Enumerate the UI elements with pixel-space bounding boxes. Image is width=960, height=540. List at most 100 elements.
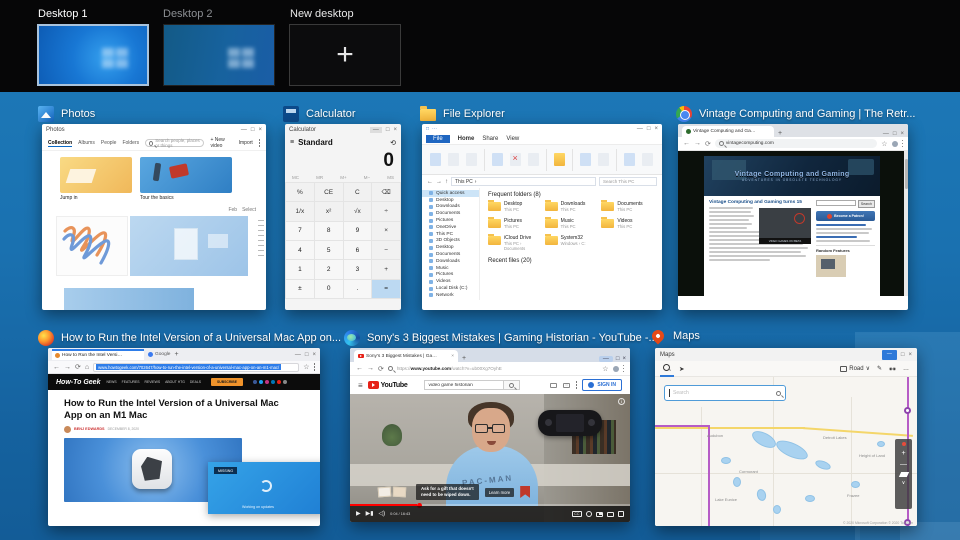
article-title[interactable]: Vintage Computing and Gaming turns 15 <box>709 200 811 205</box>
tab-close-icon[interactable]: × <box>451 354 454 359</box>
sidebar-item-quick-access[interactable]: Quick access <box>422 190 479 197</box>
search-input[interactable]: video game historian <box>425 383 503 388</box>
minimize-icon[interactable]: — <box>241 127 247 133</box>
key-negate[interactable]: ± <box>286 280 314 298</box>
photos-window-title[interactable]: Photos <box>38 106 95 122</box>
forward-icon[interactable]: → <box>64 364 71 371</box>
browser-tab[interactable]: Vintage Computing and Ga… <box>682 126 774 137</box>
key-7[interactable]: 7 <box>286 222 314 240</box>
photo-thumbnail-scribble[interactable] <box>56 216 128 276</box>
article-image[interactable]: VIDEO GAMES ON BETA <box>759 208 811 244</box>
close-icon[interactable]: × <box>393 127 397 133</box>
close-icon[interactable]: × <box>622 356 626 362</box>
sidebar-item-downloads2[interactable]: Downloads <box>422 258 479 265</box>
nav-link[interactable]: NEWS <box>106 380 116 384</box>
browser-tab-active[interactable]: How to Run the Intel Versi… <box>52 349 144 360</box>
home-icon[interactable]: ⌂ <box>85 364 89 371</box>
maximize-icon[interactable]: □ <box>251 127 255 133</box>
photos-timeline-scrubber[interactable] <box>258 220 264 256</box>
menu-icon[interactable]: ≡ <box>358 381 363 390</box>
vcg-page[interactable]: Vintage Computing and Gaming ADVENTURES … <box>678 151 908 296</box>
sidebar-item-local-disk[interactable]: Local Disk (C:) <box>422 285 479 292</box>
new-desktop-button[interactable]: + <box>289 24 401 86</box>
sidebar-item-network[interactable]: Network <box>422 292 479 299</box>
howtogeek-logo[interactable]: How-To Geek <box>56 379 100 386</box>
new-desktop-label[interactable]: New desktop <box>290 8 354 20</box>
key-9[interactable]: 9 <box>344 222 372 240</box>
menu-dots-icon[interactable] <box>314 366 316 368</box>
folder-desktop[interactable]: DesktopThis PC <box>488 201 541 212</box>
ink-pen-icon[interactable]: ✎ <box>877 365 882 372</box>
maximize-icon[interactable]: □ <box>901 352 905 358</box>
move-icon[interactable] <box>492 153 503 166</box>
edge-window[interactable]: Sony's 3 Biggest Mistakes | Ga…× + — □ ×… <box>350 348 630 522</box>
photo-thumbnail-screenshot[interactable] <box>130 216 248 276</box>
chrome-window[interactable]: Vintage Computing and Ga… + — □ × ← → ⟳ … <box>678 124 908 310</box>
frequent-folders-heading[interactable]: Frequent folders (8) <box>488 192 654 198</box>
collapse-chevron-icon[interactable]: ∨ <box>902 481 906 486</box>
directions-icon[interactable]: ➤ <box>679 365 684 373</box>
calculator-mode[interactable]: Standard <box>298 138 333 147</box>
map-style-dropdown[interactable]: Road∨ <box>840 365 870 372</box>
sidebar-link[interactable] <box>816 236 857 238</box>
sidebar-item-onedrive[interactable]: OneDrive <box>422 224 479 231</box>
memory-button[interactable]: MR <box>316 175 323 180</box>
firefox-window[interactable]: How to Run the Intel Versi… Google + — □… <box>48 348 320 526</box>
reload-icon[interactable]: ⟳ <box>705 140 711 148</box>
key-divide[interactable]: ÷ <box>372 202 400 220</box>
edge-window-title[interactable]: Sony's 3 Biggest Mistakes | Gaming Histo… <box>344 330 658 346</box>
chrome-window-title[interactable]: Vintage Computing and Gaming | The Retr.… <box>676 106 915 122</box>
photos-window[interactable]: Photos — □ × Collection Albums People Fo… <box>42 124 266 310</box>
info-icon[interactable]: i <box>618 398 625 405</box>
sidebar-item-desktop2[interactable]: Desktop <box>422 244 479 251</box>
key-multiply[interactable]: × <box>372 222 400 240</box>
close-icon[interactable]: × <box>312 352 316 358</box>
fullscreen-icon[interactable] <box>618 511 624 517</box>
maps-window[interactable]: Maps — □ × ➤ Road∨ ✎ ◉◉ … Search <box>655 348 917 526</box>
sidebar-item-videos[interactable]: Videos <box>422 278 479 285</box>
tab-albums[interactable]: Albums <box>78 140 95 146</box>
tab-people[interactable]: People <box>101 140 117 146</box>
sign-in-button[interactable]: SIGN IN <box>582 379 622 391</box>
address-bar[interactable]: https://www.youtube.com/watch?v=ub00Xg7O… <box>397 366 598 371</box>
calculator-window[interactable]: Calculator — □ × ≡ Standard ⟲ 0 MC MR M+… <box>285 124 401 310</box>
more-icon[interactable] <box>259 142 260 144</box>
reload-icon[interactable]: ⟳ <box>75 363 81 371</box>
maximize-icon[interactable]: □ <box>647 126 651 132</box>
open-icon[interactable] <box>598 153 609 166</box>
key-reciprocal[interactable]: 1/x <box>286 202 314 220</box>
minimize-icon[interactable]: — <box>883 131 889 137</box>
favorites-star-icon[interactable]: ☆ <box>602 365 608 373</box>
desktop-2-thumbnail[interactable] <box>163 24 275 86</box>
breadcrumb[interactable]: This PC› <box>451 177 596 186</box>
bookmark-star-icon[interactable]: ☆ <box>303 363 309 371</box>
next-icon[interactable]: ▶▮ <box>366 511 374 517</box>
zoom-out-button[interactable]: — <box>900 461 907 468</box>
maps-search-input[interactable]: Search <box>664 385 786 401</box>
folder-icloud[interactable]: iCloud DriveThis PC › Documents <box>488 235 541 251</box>
back-icon[interactable]: ← <box>427 179 433 185</box>
key-minus[interactable]: − <box>372 241 400 259</box>
minimize-icon[interactable]: — <box>599 356 613 362</box>
memory-button[interactable]: MS <box>387 175 394 180</box>
properties-icon[interactable] <box>580 153 591 166</box>
folder-downloads[interactable]: DownloadsThis PC <box>545 201 598 212</box>
map-canvas[interactable]: Search Audubon Detroit La <box>655 377 917 526</box>
firefox-window-title[interactable]: How to Run the Intel Version of a Univer… <box>38 330 341 346</box>
tilt-button[interactable] <box>898 472 908 477</box>
key-c[interactable]: C <box>344 183 372 201</box>
memory-button[interactable]: M+ <box>340 175 346 180</box>
bookmark-star-icon[interactable]: ☆ <box>881 140 887 148</box>
explorer-search-input[interactable]: Search This PC <box>599 177 657 186</box>
minimize-icon[interactable]: — <box>370 127 382 133</box>
theater-mode-icon[interactable] <box>607 512 614 517</box>
nav-link[interactable]: DEALS <box>190 380 201 384</box>
copy-icon[interactable] <box>448 153 459 166</box>
sidebar-item-pictures[interactable]: Pictures <box>422 217 479 224</box>
history-icon[interactable]: ⟲ <box>390 139 396 147</box>
rename-icon[interactable] <box>528 153 539 166</box>
close-icon[interactable]: × <box>908 352 912 358</box>
photos-search-input[interactable]: Search people, places or things <box>145 139 204 147</box>
maximize-icon[interactable]: □ <box>305 352 309 358</box>
memory-button[interactable]: MC <box>292 175 299 180</box>
